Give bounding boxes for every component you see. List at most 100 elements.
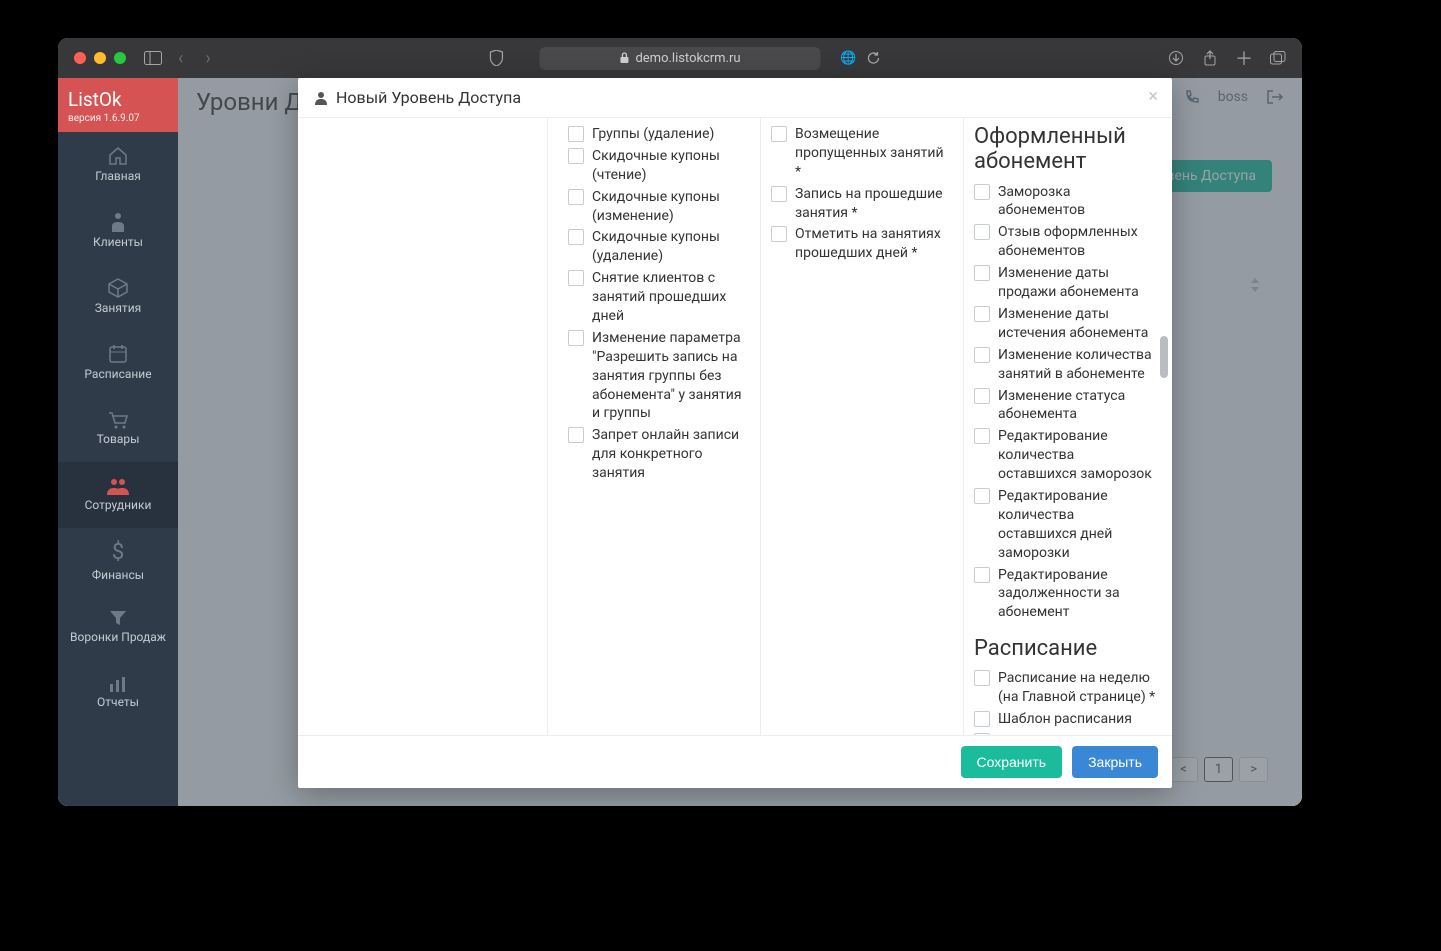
downloads-icon[interactable] bbox=[1168, 50, 1184, 66]
permission-checkbox[interactable]: Изменение параметра "Разрешить запись на… bbox=[568, 329, 750, 423]
permission-checkbox[interactable]: Отметить на занятиях прошедших дней * bbox=[771, 225, 953, 263]
new-tab-icon[interactable]: ＋ bbox=[1236, 50, 1252, 66]
permission-checkbox[interactable]: Снятие клиентов с занятий прошедших дней bbox=[568, 269, 750, 326]
sidebar-item-home[interactable]: Главная bbox=[58, 132, 178, 198]
checkbox-input[interactable] bbox=[974, 488, 990, 504]
permission-checkbox[interactable]: Расписание на неделю bbox=[974, 732, 1156, 735]
permission-checkbox[interactable]: Запрет онлайн записи для конкретного зан… bbox=[568, 426, 750, 483]
modal-body: Группы (удаление) Скидочные купоны (чтен… bbox=[298, 118, 1172, 735]
scrollbar-thumb[interactable] bbox=[1160, 336, 1168, 378]
permission-checkbox[interactable]: Изменение количества занятий в абонемент… bbox=[974, 346, 1156, 384]
permission-checkbox[interactable]: Расписание на неделю (на Главной страниц… bbox=[974, 669, 1156, 707]
shield-icon bbox=[489, 50, 503, 66]
checkbox-input[interactable] bbox=[974, 306, 990, 322]
checkbox-input[interactable] bbox=[974, 347, 990, 363]
permission-checkbox[interactable]: Редактирование количества оставшихся дне… bbox=[974, 487, 1156, 563]
checkbox-label: Запрет онлайн записи для конкретного зан… bbox=[592, 426, 750, 483]
checkbox-label: Редактирование задолженности за абонемен… bbox=[998, 566, 1156, 623]
sidebar-item-schedule[interactable]: Расписание bbox=[58, 330, 178, 396]
modal-close-icon[interactable]: × bbox=[1148, 86, 1158, 107]
checkbox-input[interactable] bbox=[771, 186, 787, 202]
brand-name: ListOk bbox=[68, 88, 168, 111]
checkbox-input[interactable] bbox=[974, 265, 990, 281]
permission-checkbox[interactable]: Запись на прошедшие занятия * bbox=[771, 185, 953, 223]
checkbox-label: Запись на прошедшие занятия * bbox=[795, 185, 953, 223]
checkbox-input[interactable] bbox=[568, 270, 584, 286]
permission-checkbox[interactable]: Шаблон расписания bbox=[974, 710, 1156, 729]
permission-checkbox[interactable]: Изменение статуса абонемента bbox=[974, 387, 1156, 425]
save-button[interactable]: Сохранить bbox=[961, 746, 1063, 778]
cart-icon bbox=[107, 411, 129, 429]
permission-checkbox[interactable]: Возмещение пропущенных занятий * bbox=[771, 125, 953, 182]
tabs-icon[interactable] bbox=[1270, 50, 1286, 66]
permission-checkbox[interactable]: Редактирование задолженности за абонемен… bbox=[974, 566, 1156, 623]
checkbox-input[interactable] bbox=[974, 670, 990, 686]
share-icon[interactable] bbox=[1202, 50, 1218, 66]
close-window-icon[interactable] bbox=[74, 52, 86, 64]
permission-checkbox[interactable]: Скидочные купоны (чтение) bbox=[568, 147, 750, 185]
checkbox-label: Скидочные купоны (удаление) bbox=[592, 228, 750, 266]
sidebar-item-funnels[interactable]: Воронки Продаж bbox=[58, 594, 178, 660]
reload-icon[interactable] bbox=[867, 51, 881, 66]
checkbox-input[interactable] bbox=[568, 330, 584, 346]
permission-checkbox[interactable]: Редактирование количества оставшихся зам… bbox=[974, 427, 1156, 484]
sidebar-item-clients[interactable]: Клиенты bbox=[58, 198, 178, 264]
brand: ListOk версия 1.6.9.07 bbox=[58, 78, 178, 132]
url-text: demo.listokcrm.ru bbox=[635, 51, 740, 66]
modal-title: Новый Уровень Доступа bbox=[336, 88, 521, 107]
sidebar-item-goods[interactable]: Товары bbox=[58, 396, 178, 462]
back-button[interactable]: ‹ bbox=[172, 46, 189, 71]
sidebar-item-label: Воронки Продаж bbox=[70, 631, 166, 644]
checkbox-input[interactable] bbox=[568, 148, 584, 164]
sidebar-toggle-icon[interactable] bbox=[144, 51, 162, 65]
permission-checkbox[interactable]: Группы (удаление) bbox=[568, 125, 750, 144]
minimize-window-icon[interactable] bbox=[94, 52, 106, 64]
sidebar-item-reports[interactable]: Отчеты bbox=[58, 660, 178, 726]
sidebar-item-label: Клиенты bbox=[93, 236, 143, 249]
maximize-window-icon[interactable] bbox=[114, 52, 126, 64]
address-bar[interactable]: demo.listokcrm.ru 🌐 bbox=[539, 47, 820, 70]
funnel-icon bbox=[109, 609, 127, 627]
permission-checkbox[interactable]: Заморозка абонементов bbox=[974, 183, 1156, 221]
permission-checkbox[interactable]: Изменение даты истечения абонемента bbox=[974, 305, 1156, 343]
checkbox-label: Отметить на занятиях прошедших дней * bbox=[795, 225, 953, 263]
translate-icon[interactable]: 🌐 bbox=[840, 51, 856, 66]
permission-checkbox[interactable]: Отзыв оформленных абонементов bbox=[974, 223, 1156, 261]
checkbox-input[interactable] bbox=[974, 567, 990, 583]
checkbox-input[interactable] bbox=[568, 126, 584, 142]
permission-checkbox[interactable]: Скидочные купоны (удаление) bbox=[568, 228, 750, 266]
checkbox-input[interactable] bbox=[568, 189, 584, 205]
titlebar: ‹ › demo.listokcrm.ru 🌐 bbox=[58, 38, 1302, 78]
modal-left-column bbox=[298, 118, 548, 735]
permission-checkbox[interactable]: Изменение даты продажи абонемента bbox=[974, 264, 1156, 302]
sidebar-item-sessions[interactable]: Занятия bbox=[58, 264, 178, 330]
checkbox-input[interactable] bbox=[974, 388, 990, 404]
checkbox-input[interactable] bbox=[771, 126, 787, 142]
permissions-col-1: Группы (удаление) Скидочные купоны (чтен… bbox=[558, 118, 760, 735]
chart-icon bbox=[108, 676, 128, 692]
checkbox-label: Скидочные купоны (изменение) bbox=[592, 188, 750, 226]
checkbox-input[interactable] bbox=[568, 229, 584, 245]
checkbox-input[interactable] bbox=[974, 224, 990, 240]
checkbox-label: Снятие клиентов с занятий прошедших дней bbox=[592, 269, 750, 326]
brand-version: версия 1.6.9.07 bbox=[68, 113, 168, 124]
checkbox-label: Шаблон расписания bbox=[998, 710, 1132, 729]
checkbox-input[interactable] bbox=[568, 427, 584, 443]
dollar-icon: $ bbox=[112, 540, 124, 565]
checkbox-input[interactable] bbox=[974, 428, 990, 444]
checkbox-input[interactable] bbox=[771, 226, 787, 242]
checkbox-input[interactable] bbox=[974, 711, 990, 727]
checkbox-input[interactable] bbox=[974, 184, 990, 200]
section-title-schedule: Расписание bbox=[974, 636, 1156, 661]
checkbox-label: Расписание на неделю bbox=[998, 732, 1150, 735]
user-icon bbox=[314, 91, 328, 105]
checkbox-label: Скидочные купоны (чтение) bbox=[592, 147, 750, 185]
sidebar-item-finance[interactable]: $ Финансы bbox=[58, 528, 178, 594]
close-button[interactable]: Закрыть bbox=[1072, 746, 1158, 778]
checkbox-label: Редактирование количества оставшихся зам… bbox=[998, 427, 1156, 484]
permission-checkbox[interactable]: Скидочные купоны (изменение) bbox=[568, 188, 750, 226]
sidebar-item-staff[interactable]: Сотрудники bbox=[58, 462, 178, 528]
forward-button[interactable]: › bbox=[199, 46, 216, 71]
checkbox-input[interactable] bbox=[974, 733, 990, 735]
nav-buttons: ‹ › bbox=[172, 46, 217, 71]
